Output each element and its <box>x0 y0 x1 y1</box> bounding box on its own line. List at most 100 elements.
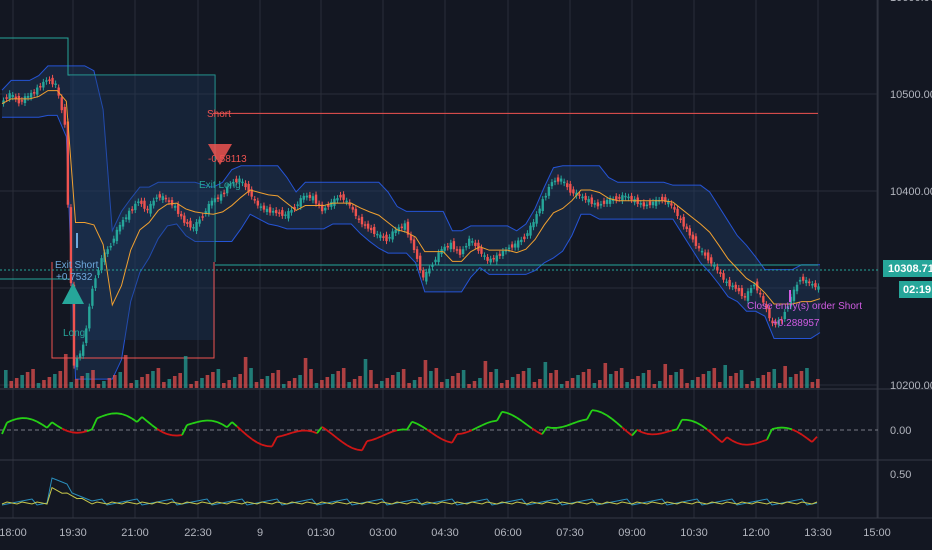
candle[interactable] <box>507 247 511 250</box>
candle[interactable] <box>176 204 180 214</box>
candle[interactable] <box>553 180 557 183</box>
candle[interactable] <box>520 239 523 243</box>
candle[interactable] <box>271 210 275 213</box>
candle[interactable] <box>676 208 679 217</box>
candle[interactable] <box>642 202 646 207</box>
candle[interactable] <box>468 238 471 246</box>
candle[interactable] <box>382 236 385 238</box>
candle[interactable] <box>703 252 707 256</box>
candle[interactable] <box>357 218 361 220</box>
candle[interactable] <box>593 203 597 205</box>
candle[interactable] <box>385 234 388 242</box>
candle[interactable] <box>48 79 51 82</box>
candle[interactable] <box>645 204 649 207</box>
candle[interactable] <box>146 208 149 211</box>
candle[interactable] <box>369 227 373 231</box>
candle[interactable] <box>422 270 425 278</box>
candle[interactable] <box>207 203 210 214</box>
candle[interactable] <box>746 291 750 301</box>
candle[interactable] <box>161 196 165 201</box>
candle[interactable] <box>682 216 685 227</box>
candle[interactable] <box>673 207 676 210</box>
candle[interactable] <box>461 249 465 255</box>
candle[interactable] <box>379 234 382 238</box>
candle[interactable] <box>523 236 526 240</box>
candle[interactable] <box>314 194 318 204</box>
candle[interactable] <box>152 200 155 206</box>
candle[interactable] <box>330 201 333 207</box>
candle[interactable] <box>737 288 741 292</box>
candle[interactable] <box>529 225 532 236</box>
candle[interactable] <box>222 192 226 195</box>
candle[interactable] <box>443 246 446 251</box>
candle[interactable] <box>486 256 489 261</box>
candle[interactable] <box>42 81 45 88</box>
candle[interactable] <box>333 198 336 206</box>
candle[interactable] <box>722 273 725 280</box>
candle[interactable] <box>29 92 33 98</box>
candle[interactable] <box>336 198 339 201</box>
candle[interactable] <box>158 194 161 198</box>
candle[interactable] <box>91 288 94 306</box>
candle[interactable] <box>366 223 370 229</box>
candle[interactable] <box>795 284 799 292</box>
candle[interactable] <box>305 195 309 198</box>
candle[interactable] <box>749 288 753 293</box>
candle[interactable] <box>36 87 39 95</box>
candle[interactable] <box>700 250 704 253</box>
candle[interactable] <box>581 196 584 199</box>
candle[interactable] <box>743 296 747 298</box>
candle[interactable] <box>639 203 642 205</box>
candle[interactable] <box>127 210 131 220</box>
candle[interactable] <box>253 199 256 201</box>
candle[interactable] <box>740 288 744 297</box>
candle[interactable] <box>547 186 551 196</box>
candle[interactable] <box>449 242 453 250</box>
candle[interactable] <box>731 285 734 288</box>
candle[interactable] <box>685 226 688 229</box>
candle[interactable] <box>550 182 554 187</box>
candle[interactable] <box>339 194 342 198</box>
candle[interactable] <box>311 196 315 201</box>
candle[interactable] <box>391 231 394 240</box>
candle[interactable] <box>437 252 440 263</box>
candle[interactable] <box>556 177 560 182</box>
candle[interactable] <box>590 197 593 204</box>
candle[interactable] <box>170 200 174 206</box>
candle[interactable] <box>173 205 177 208</box>
candle[interactable] <box>106 249 109 255</box>
candle[interactable] <box>541 199 544 212</box>
candle[interactable] <box>814 283 817 288</box>
candle[interactable] <box>480 247 483 254</box>
candle[interactable] <box>412 239 416 250</box>
candle[interactable] <box>131 209 134 211</box>
candle[interactable] <box>618 197 621 199</box>
candle[interactable] <box>278 212 281 214</box>
candle[interactable] <box>418 255 422 271</box>
candle[interactable] <box>452 241 456 250</box>
candle[interactable] <box>256 200 260 206</box>
candle[interactable] <box>112 238 116 243</box>
candle[interactable] <box>85 328 88 343</box>
candle[interactable] <box>8 93 11 99</box>
candle[interactable] <box>259 206 263 208</box>
candle[interactable] <box>526 233 529 236</box>
candle[interactable] <box>262 205 266 210</box>
candle[interactable] <box>63 106 67 125</box>
candle[interactable] <box>811 283 814 286</box>
candle[interactable] <box>706 252 710 261</box>
candle[interactable] <box>149 203 152 214</box>
candle[interactable] <box>716 266 719 271</box>
candle[interactable] <box>345 200 348 203</box>
candle[interactable] <box>81 344 85 356</box>
candle[interactable] <box>431 265 434 267</box>
candle[interactable] <box>596 202 600 207</box>
candle[interactable] <box>688 228 691 236</box>
candle[interactable] <box>100 258 103 271</box>
candle[interactable] <box>373 226 376 234</box>
candle[interactable] <box>670 203 673 206</box>
candle[interactable] <box>121 219 125 227</box>
candle[interactable] <box>535 214 538 224</box>
candle[interactable] <box>458 249 462 255</box>
candle[interactable] <box>501 250 505 256</box>
